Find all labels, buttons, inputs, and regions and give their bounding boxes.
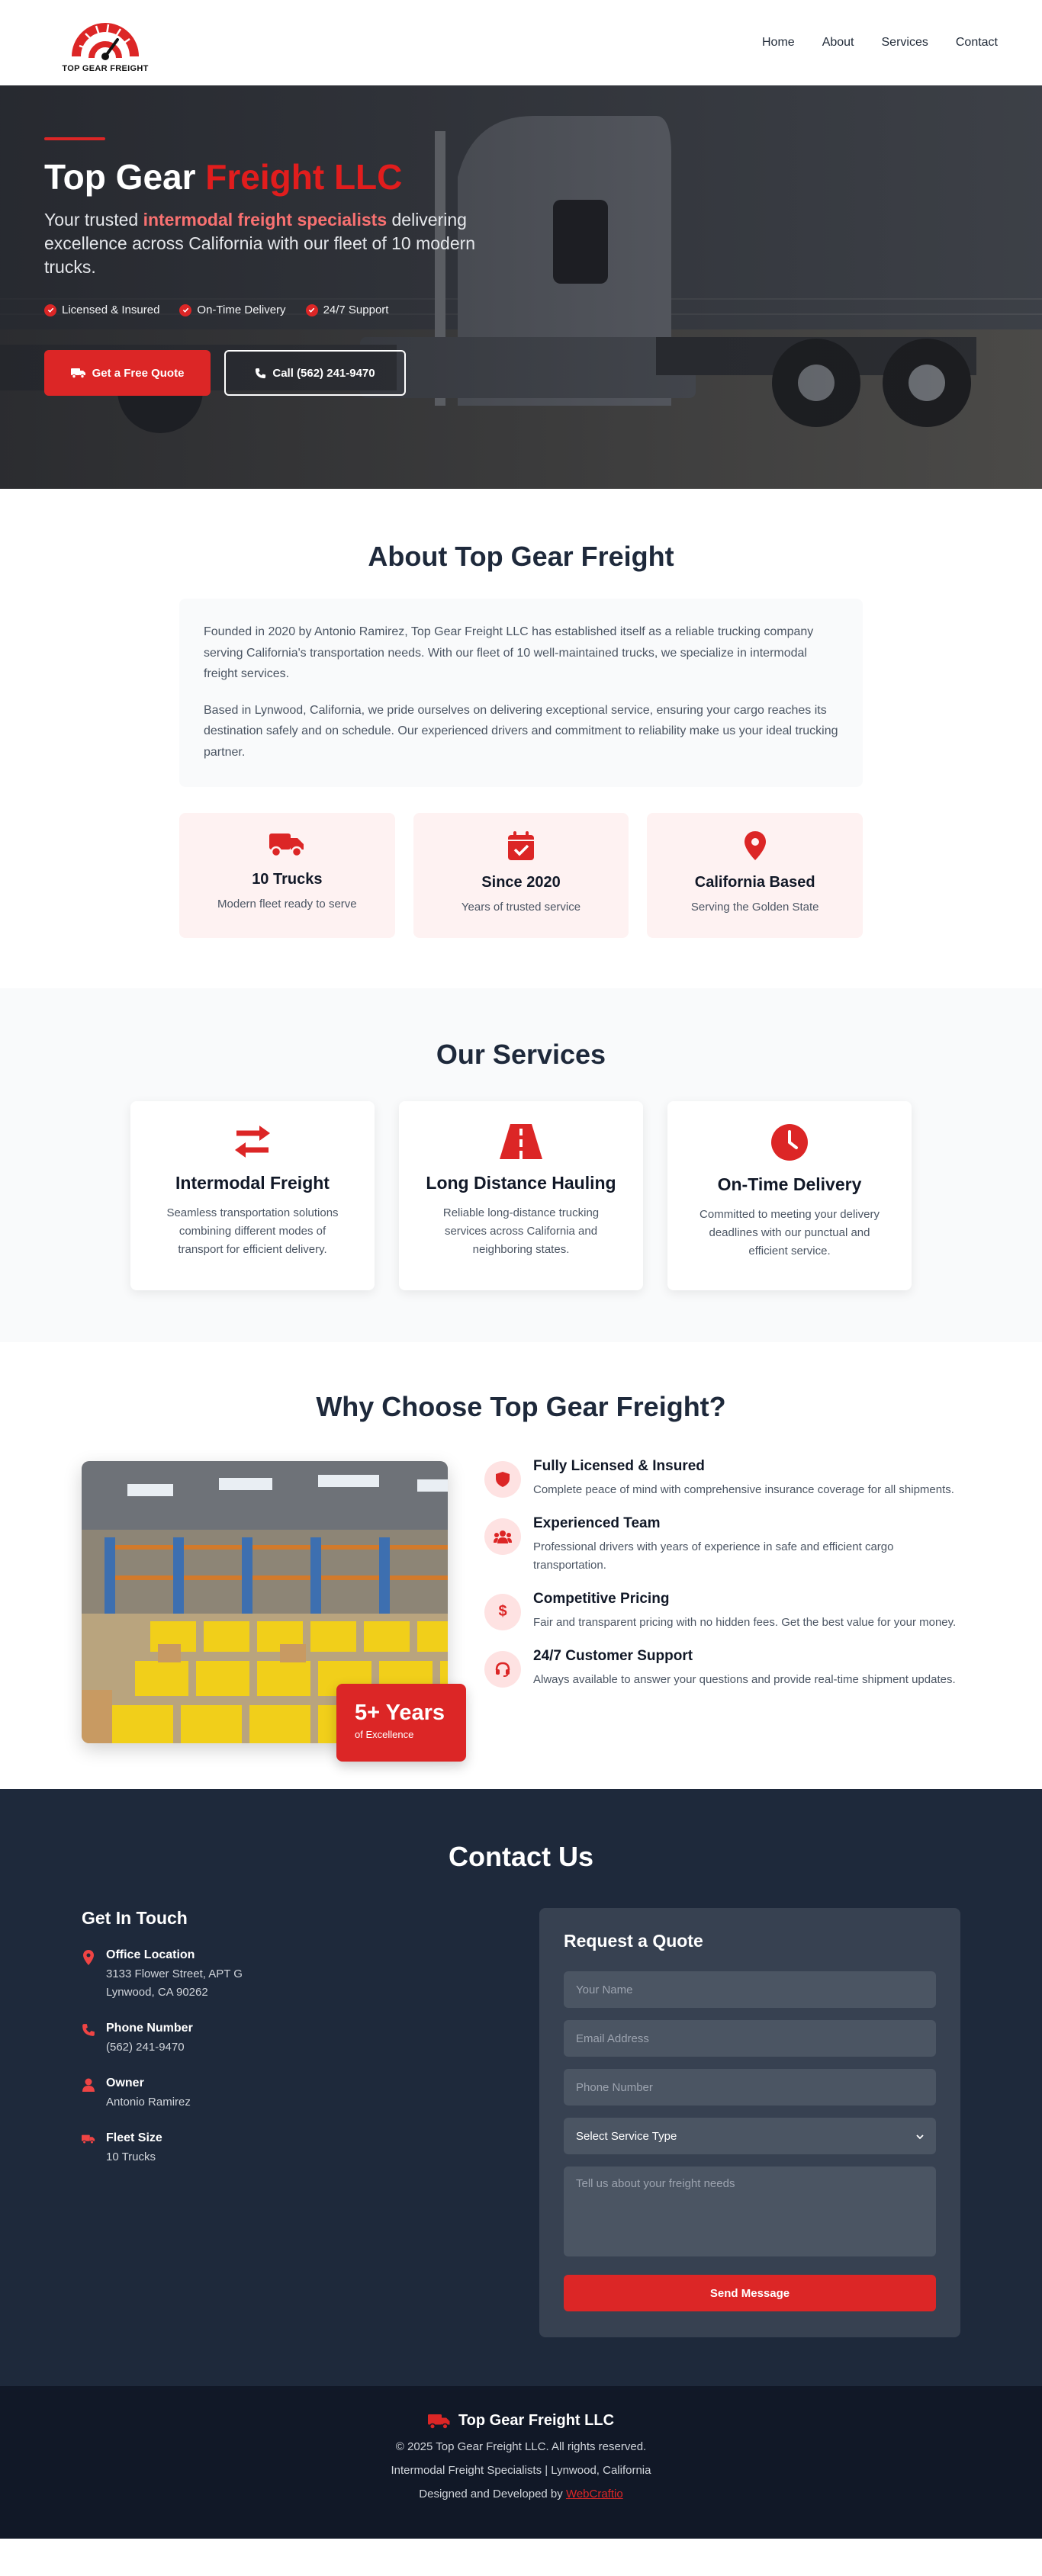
service-card-on-time: On-Time Delivery Committed to meeting yo… — [667, 1101, 912, 1291]
nav-links: Home About Services Contact — [762, 36, 998, 50]
service-type-select[interactable]: Select Service Type — [564, 2118, 936, 2155]
hero-badges: Licensed & Insured On-Time Delivery 24/7… — [44, 304, 532, 316]
about-text-box: Founded in 2020 by Antonio Ramirez, Top … — [179, 599, 863, 788]
top-nav: TOP GEAR FREIGHT Home About Services Con… — [0, 0, 1042, 85]
badge-support: 24/7 Support — [305, 304, 388, 316]
why-item-team: Experienced Team Professional drivers wit… — [484, 1515, 960, 1574]
hero-title: Top Gear Freight LLC — [44, 157, 403, 197]
nav-about-link[interactable]: About — [822, 36, 854, 50]
about-section: About Top Gear Freight Founded in 2020 b… — [0, 489, 1042, 988]
badge-on-time: On-Time Delivery — [179, 304, 286, 316]
name-input[interactable] — [564, 1971, 936, 2009]
quote-form-title: Request a Quote — [564, 1931, 703, 1951]
call-button[interactable]: Call (562) 241-9470 — [224, 350, 406, 397]
quote-form: Request a Quote Select Service Type Send… — [539, 1908, 960, 2338]
services-title: Our Services — [436, 1039, 606, 1071]
phone-input[interactable] — [564, 2069, 936, 2106]
services-section: Our Services Intermodal Freight Seamless… — [0, 988, 1042, 1343]
hero-content: Top Gear Freight LLC Your trusted interm… — [44, 137, 532, 397]
free-quote-button[interactable]: Get a Free Quote — [44, 350, 211, 397]
footer: Top Gear Freight LLC © 2025 Top Gear Fre… — [0, 2386, 1042, 2539]
contact-section: Contact Us Get In Touch Office Location 3… — [0, 1789, 1042, 2387]
headset-icon — [484, 1651, 521, 1688]
get-in-touch-title: Get In Touch — [82, 1908, 188, 1929]
about-paragraph: Based in Lynwood, California, we pride o… — [204, 703, 838, 759]
stat-card-california: California Based Serving the Golden Stat… — [647, 813, 864, 939]
about-title: About Top Gear Freight — [368, 541, 674, 572]
why-item-support: 24/7 Customer Support Always available to… — [484, 1648, 960, 1688]
send-message-button[interactable]: Send Message — [564, 2275, 936, 2312]
warehouse-image: 5+ Years of Excellence — [82, 1461, 466, 1762]
stats-row: 10 Trucks Modern fleet ready to serve Si… — [179, 813, 864, 939]
map-pin-icon — [82, 1948, 95, 2002]
message-textarea[interactable] — [564, 2166, 936, 2257]
team-icon — [484, 1518, 521, 1556]
check-circle-icon — [44, 304, 56, 316]
chevron-down-icon — [916, 2130, 924, 2143]
webcraftio-link[interactable]: WebCraftio — [566, 2488, 623, 2501]
why-title: Why Choose Top Gear Freight? — [316, 1391, 726, 1423]
stat-card-trucks: 10 Trucks Modern fleet ready to serve — [179, 813, 395, 939]
map-pin-icon — [744, 831, 766, 861]
hero-accent-bar — [44, 137, 105, 140]
truck-icon — [70, 368, 85, 379]
contact-item-owner: Owner Antonio Ramirez — [82, 2077, 494, 2112]
footer-tagline: Intermodal Freight Specialists | Lynwood… — [391, 2464, 651, 2478]
service-card-long-distance: Long Distance Hauling Reliable long-dist… — [399, 1101, 643, 1291]
footer-brand: Top Gear Freight LLC — [0, 2412, 1042, 2430]
years-badge: 5+ Years of Excellence — [336, 1684, 466, 1762]
badge-licensed: Licensed & Insured — [44, 304, 159, 316]
contact-item-phone: Phone Number (562) 241-9470 — [82, 2022, 494, 2057]
footer-copyright: © 2025 Top Gear Freight LLC. All rights … — [395, 2440, 647, 2454]
shield-icon — [484, 1461, 521, 1498]
footer-credit: Designed and Developed by WebCraftio — [419, 2488, 623, 2501]
truck-icon — [427, 2414, 450, 2430]
user-icon — [82, 2077, 95, 2112]
contact-item-fleet: Fleet Size 10 Trucks — [82, 2131, 494, 2166]
why-item-licensed: Fully Licensed & Insured Complete peace o… — [484, 1458, 960, 1498]
hero-buttons: Get a Free Quote Call (562) 241-9470 — [44, 350, 532, 397]
check-circle-icon — [179, 304, 192, 316]
why-row: 5+ Years of Excellence Fully Licensed & … — [82, 1458, 960, 1762]
get-in-touch: Get In Touch Office Location 3133 Flower … — [82, 1908, 494, 2337]
service-card-intermodal: Intermodal Freight Seamless transportati… — [130, 1101, 375, 1291]
clock-icon — [771, 1124, 808, 1161]
about-paragraph: Founded in 2020 by Antonio Ramirez, Top … — [204, 625, 814, 681]
contact-item-office: Office Location 3133 Flower Street, APT G… — [82, 1948, 494, 2002]
email-input[interactable] — [564, 2020, 936, 2057]
logo-text: TOP GEAR FREIGHT — [62, 64, 149, 73]
why-section: Why Choose Top Gear Freight? 5+ Years of… — [0, 1342, 1042, 1789]
truck-icon — [269, 834, 304, 858]
contact-row: Get In Touch Office Location 3133 Flower … — [82, 1908, 960, 2338]
nav-services-link[interactable]: Services — [882, 36, 928, 50]
dollar-icon: $ — [484, 1593, 521, 1630]
exchange-arrows-icon — [235, 1126, 270, 1158]
check-circle-icon — [305, 304, 318, 316]
logo-gauge-icon — [72, 23, 139, 60]
logo[interactable]: TOP GEAR FREIGHT — [46, 12, 165, 73]
stat-card-since: Since 2020 Years of trusted service — [413, 813, 629, 939]
calendar-check-icon — [508, 831, 534, 861]
phone-icon — [82, 2022, 95, 2057]
nav-home-link[interactable]: Home — [762, 36, 795, 50]
hero-subtitle: Your trusted intermodal freight speciali… — [44, 209, 476, 277]
why-item-pricing: $ Competitive Pricing Fair and transparen… — [484, 1591, 960, 1631]
nav-contact-link[interactable]: Contact — [956, 36, 998, 50]
truck-icon — [82, 2131, 95, 2166]
road-icon — [500, 1124, 542, 1160]
contact-title: Contact Us — [448, 1841, 594, 1873]
hero-section: Top Gear Freight LLC Your trusted interm… — [0, 85, 1042, 489]
why-list: Fully Licensed & Insured Complete peace o… — [484, 1458, 960, 1743]
phone-icon — [256, 368, 266, 378]
services-row: Intermodal Freight Seamless transportati… — [0, 1101, 1042, 1291]
